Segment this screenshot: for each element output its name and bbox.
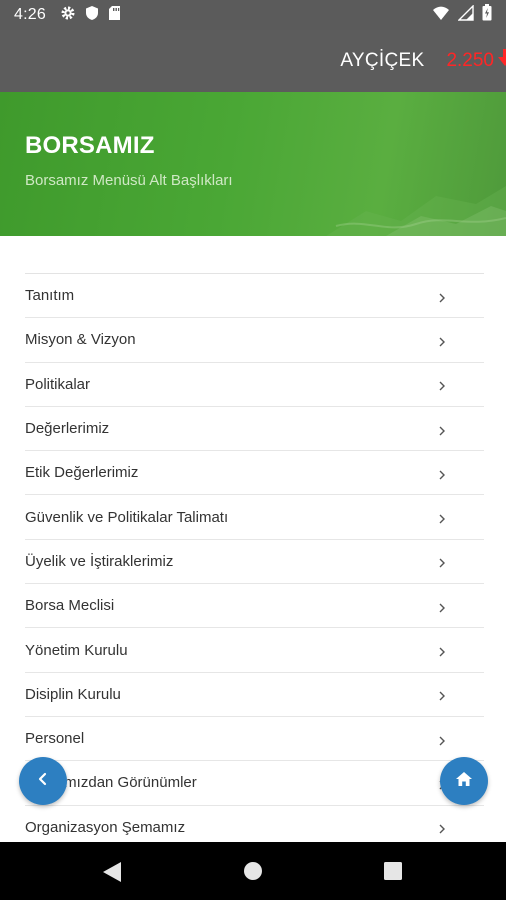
shield-icon — [85, 5, 99, 26]
page-subtitle: Borsamız Menüsü Alt Başlıkları — [25, 172, 233, 189]
status-right-icons — [432, 3, 492, 26]
menu-item-label: Disiplin Kurulu — [25, 685, 121, 703]
menu-item[interactable]: Yönetim Kurulu — [25, 628, 484, 673]
menu-item-label: Yönetim Kurulu — [25, 641, 128, 659]
page-title: BORSAMIZ — [25, 132, 155, 159]
chevron-left-icon — [36, 772, 50, 791]
menu-item[interactable]: Borsa Meclisi — [25, 584, 484, 629]
submenu-list: Tanıtım Misyon & Vizyon Politikalar Değerle… — [25, 273, 484, 850]
status-time: 4:26 — [14, 6, 46, 23]
down-arrow-icon — [498, 49, 506, 73]
gear-icon — [60, 5, 76, 26]
menu-item-label: Güvenlik ve Politikalar Talimatı — [25, 508, 229, 526]
back-triangle-icon[interactable] — [102, 861, 122, 888]
menu-item[interactable]: Üyelik ve İştiraklerimiz — [25, 540, 484, 585]
chevron-right-icon — [439, 736, 445, 746]
chevron-right-icon — [439, 426, 445, 436]
menu-item[interactable]: Güvenlik ve Politikalar Talimatı — [25, 495, 484, 540]
chevron-right-icon — [439, 293, 445, 303]
wifi-icon — [432, 5, 450, 26]
menu-item-label: Politikalar — [25, 375, 91, 393]
chevron-right-icon — [439, 691, 445, 701]
menu-item-label: Misyon & Vizyon — [25, 331, 136, 349]
menu-item-label: Üyelik ve İştiraklerimiz — [25, 552, 174, 570]
home-circle-icon[interactable] — [243, 861, 263, 886]
chevron-right-icon — [439, 470, 445, 480]
home-button[interactable] — [440, 757, 488, 805]
chevron-right-icon — [439, 603, 445, 613]
menu-item[interactable]: Değerlerimiz — [25, 407, 484, 452]
ticker-name[interactable]: AYÇİÇEK — [340, 50, 424, 72]
menu-item[interactable]: Disiplin Kurulu — [25, 673, 484, 717]
chevron-right-icon — [439, 381, 445, 391]
chevron-right-icon — [439, 337, 445, 347]
signal-icon — [457, 3, 474, 26]
battery-icon — [482, 4, 492, 26]
banner-decoration — [326, 186, 506, 236]
chevron-right-icon — [439, 824, 445, 834]
system-nav-bar — [0, 842, 506, 900]
chevron-right-icon — [439, 514, 445, 524]
status-bar: 4:26 — [0, 0, 506, 30]
sd-card-icon — [108, 5, 121, 26]
menu-item[interactable]: Politikalar — [25, 363, 484, 407]
menu-item[interactable]: Etik Değerlerimiz — [25, 451, 484, 496]
menu-item[interactable]: Tanıtım — [25, 274, 484, 319]
menu-item-label: Etik Değerlerimiz — [25, 464, 139, 482]
app-bar: AYÇİÇEK 2.250 — [0, 30, 506, 92]
back-button[interactable] — [19, 757, 67, 805]
home-icon — [455, 771, 473, 792]
recents-square-icon[interactable] — [384, 862, 402, 885]
menu-item-label: Personel — [25, 730, 85, 748]
chevron-right-icon — [439, 558, 445, 568]
menu-item-label: Organizasyon Şemamız — [25, 818, 186, 836]
menu-item[interactable]: Misyon & Vizyon — [25, 318, 484, 363]
hero-banner: BORSAMIZ Borsamız Menüsü Alt Başlıkları — [0, 92, 506, 236]
menu-item[interactable]: Borsamızdan Görünümler — [25, 761, 484, 806]
ticker-price[interactable]: 2.250 — [446, 49, 506, 73]
menu-item-label: Borsa Meclisi — [25, 597, 115, 615]
chevron-right-icon — [439, 647, 445, 657]
status-left-icons — [60, 5, 121, 26]
menu-item[interactable]: Personel — [25, 717, 484, 762]
ticker-price-value: 2.250 — [446, 50, 494, 71]
menu-item-label: Tanıtım — [25, 287, 75, 305]
menu-item-label: Değerlerimiz — [25, 420, 110, 438]
